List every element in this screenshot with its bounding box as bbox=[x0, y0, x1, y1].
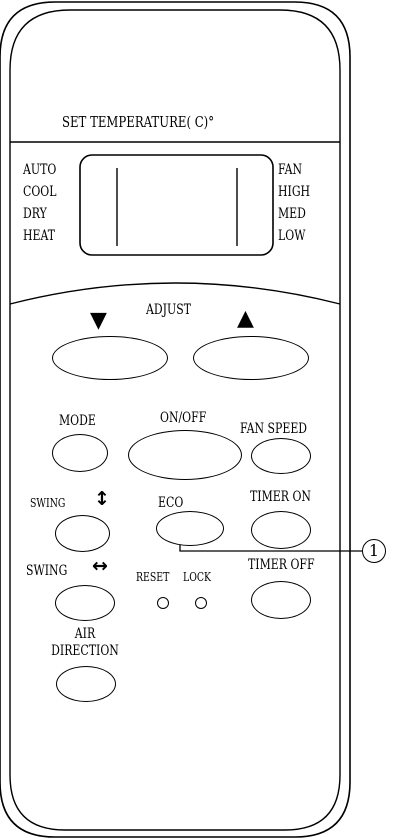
fan-speed-button[interactable] bbox=[251, 438, 311, 474]
mode-auto: AUTO bbox=[23, 162, 57, 178]
fan-high: HIGH bbox=[278, 184, 311, 200]
fan-label: FAN bbox=[278, 162, 303, 178]
on-off-button[interactable] bbox=[128, 430, 242, 480]
reset-button[interactable] bbox=[157, 597, 169, 609]
lock-button[interactable] bbox=[195, 597, 207, 609]
air-direction-label-line1: AIR bbox=[74, 626, 96, 642]
vertical-double-arrow-icon: ↕ bbox=[94, 488, 110, 510]
eco-button[interactable] bbox=[156, 511, 224, 546]
mode-button[interactable] bbox=[52, 434, 108, 472]
display-divider bbox=[9, 282, 341, 305]
callout-number: 1 bbox=[362, 539, 386, 563]
timer-on-button[interactable] bbox=[251, 511, 311, 549]
mode-cool: COOL bbox=[23, 184, 57, 200]
timer-off-button-label: TIMER OFF bbox=[248, 557, 315, 573]
mode-dry: DRY bbox=[23, 206, 47, 222]
adjust-down-button[interactable] bbox=[52, 336, 168, 380]
fan-med: MED bbox=[278, 206, 306, 222]
lcd-frame bbox=[79, 154, 274, 256]
air-direction-button[interactable] bbox=[56, 666, 116, 702]
mode-button-label: MODE bbox=[59, 413, 96, 429]
set-temperature-label: SET TEMPERATURE( C)° bbox=[62, 113, 215, 131]
mode-heat: HEAT bbox=[23, 228, 56, 244]
fan-speed-button-label: FAN SPEED bbox=[240, 421, 308, 437]
on-off-button-label: ON/OFF bbox=[160, 410, 207, 426]
adjust-label: ADJUST bbox=[146, 302, 191, 318]
air-direction-label-line2: DIRECTION bbox=[51, 643, 119, 659]
up-triangle-icon: ▲ bbox=[237, 306, 254, 331]
timer-on-button-label: TIMER ON bbox=[250, 489, 311, 505]
reset-label: RESET bbox=[136, 570, 170, 584]
swing-vertical-button bbox=[55, 515, 110, 552]
fan-low: LOW bbox=[278, 228, 306, 244]
down-triangle-icon: ▼ bbox=[90, 308, 107, 333]
swing-horizontal-label: SWING bbox=[26, 563, 68, 579]
timer-off-button[interactable] bbox=[251, 581, 311, 619]
adjust-up-button[interactable] bbox=[193, 336, 309, 380]
swing-horizontal-button[interactable] bbox=[55, 585, 115, 621]
lock-label: LOCK bbox=[183, 570, 212, 584]
horizontal-double-arrow-icon: ↔ bbox=[92, 555, 108, 577]
eco-button-label: ECO bbox=[158, 495, 184, 511]
swing-vertical-label: SWING bbox=[30, 496, 66, 510]
